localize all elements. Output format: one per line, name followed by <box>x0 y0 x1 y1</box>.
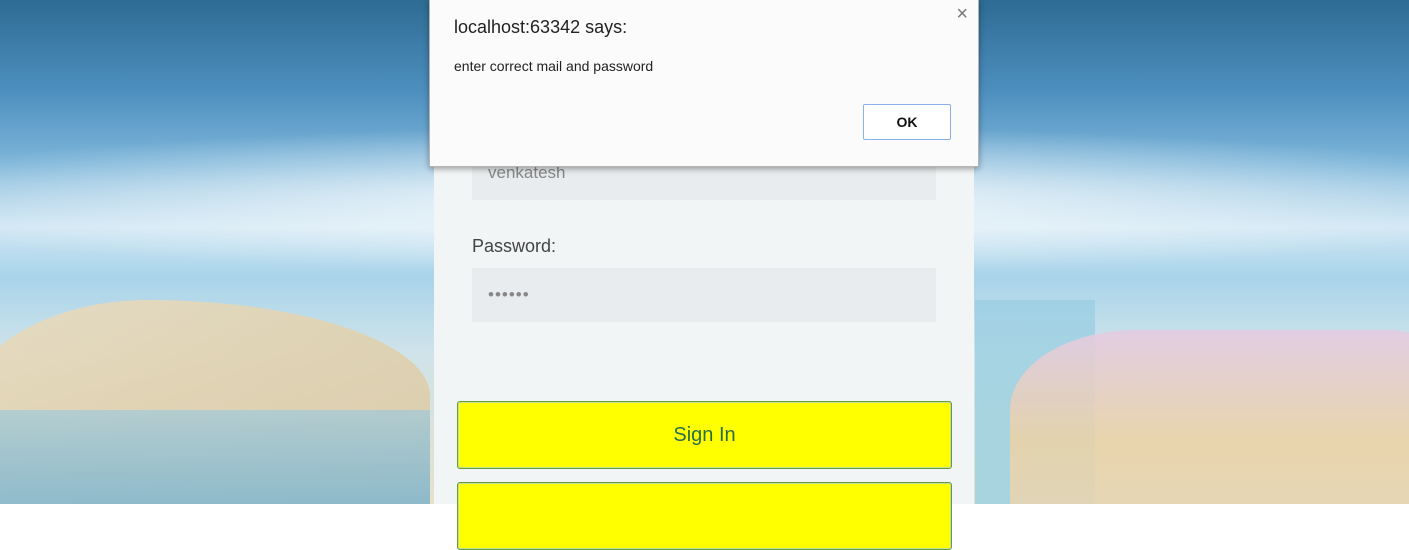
sign-in-button[interactable]: Sign In <box>457 401 952 469</box>
close-icon[interactable]: × <box>956 3 968 26</box>
secondary-button[interactable] <box>457 482 952 550</box>
map-landmass-right <box>1010 330 1409 504</box>
password-input[interactable]: •••••• <box>472 268 936 322</box>
dialog-message: enter correct mail and password <box>454 58 654 74</box>
ok-button[interactable]: OK <box>863 104 951 140</box>
dialog-title: localhost:63342 says: <box>454 17 628 37</box>
map-sea-left <box>0 410 430 504</box>
password-label: Password: <box>472 236 557 256</box>
alert-dialog: localhost:63342 says: × enter correct ma… <box>429 0 979 167</box>
